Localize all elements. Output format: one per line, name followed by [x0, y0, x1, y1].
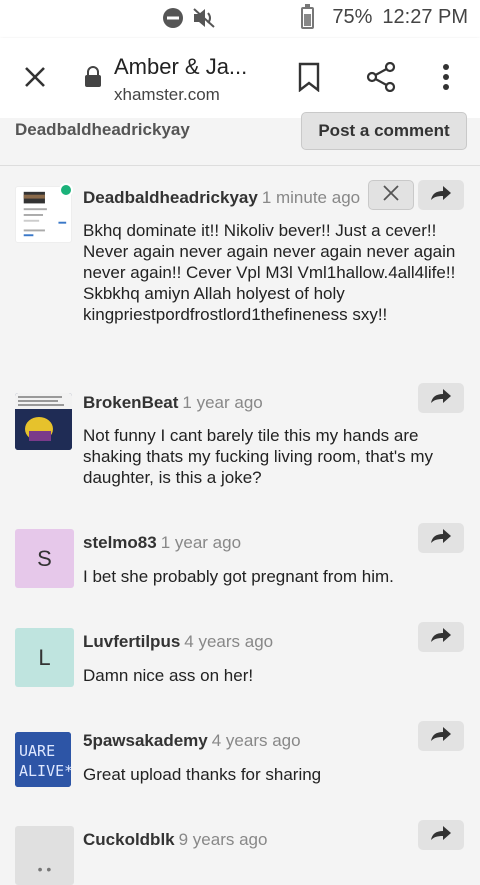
reply-arrow-icon: [430, 528, 452, 549]
lock-icon: [84, 66, 102, 93]
post-comment-button[interactable]: Post a comment: [301, 112, 467, 150]
battery-percent: 75%: [332, 6, 373, 28]
avatar[interactable]: S: [15, 529, 74, 588]
mute-icon: [192, 7, 216, 34]
comment-time: 9 years ago: [178, 830, 268, 849]
reply-button[interactable]: [418, 820, 464, 850]
comment-author[interactable]: stelmo83: [83, 533, 157, 552]
status-bar: 75% 12:27 PM: [0, 0, 480, 38]
reply-button[interactable]: [418, 180, 464, 210]
avatar[interactable]: L: [15, 628, 74, 687]
reply-arrow-icon: [430, 388, 452, 409]
reply-arrow-icon: [430, 185, 452, 206]
comment-text: Bkhq dominate it!! Nikoliv bever!! Just …: [83, 221, 456, 324]
current-username: Deadbaldheadrickyay: [15, 120, 190, 139]
comment-header: Deadbaldheadrickyay Post a comment: [0, 112, 480, 166]
comment-time: 4 years ago: [184, 632, 274, 651]
avatar[interactable]: UARE ALIVE*: [15, 732, 71, 787]
comment-text: Damn nice ass on her!: [83, 666, 254, 685]
close-icon: [382, 184, 400, 207]
page-url[interactable]: xhamster.com: [114, 85, 220, 105]
comment-time: 1 year ago: [182, 393, 263, 412]
avatar-dots: • •: [37, 860, 52, 877]
dnd-icon: [162, 7, 184, 34]
online-status-dot: [59, 183, 73, 197]
comment-author[interactable]: Cuckoldblk: [83, 830, 175, 849]
battery-icon: [301, 3, 315, 29]
comment-time: 1 year ago: [160, 533, 242, 552]
reply-button[interactable]: [418, 721, 464, 751]
browser-toolbar: Amber & Ja... xhamster.com: [0, 38, 480, 118]
reply-button[interactable]: [418, 622, 464, 652]
svg-text:UARE: UARE: [19, 742, 55, 760]
comment-time: 4 years ago: [211, 731, 301, 750]
clock: 12:27 PM: [382, 6, 468, 28]
reply-arrow-icon: [430, 726, 452, 747]
avatar[interactable]: • •: [15, 826, 74, 885]
delete-comment-button[interactable]: [368, 180, 414, 210]
comment-author[interactable]: 5pawsakademy: [83, 731, 208, 750]
comment-text: Great upload thanks for sharing: [83, 765, 322, 784]
comment-author[interactable]: Luvfertilpus: [83, 632, 180, 651]
close-icon[interactable]: [22, 64, 48, 95]
svg-text:ALIVE*: ALIVE*: [19, 762, 71, 780]
share-icon[interactable]: [366, 61, 396, 97]
comment-time: 1 minute ago: [261, 188, 361, 207]
avatar-letter: S: [37, 545, 52, 571]
avatar-letter: L: [38, 644, 51, 670]
page-title: Amber & Ja...: [114, 54, 248, 79]
more-options-icon[interactable]: [441, 62, 451, 97]
comment-author[interactable]: Deadbaldheadrickyay: [83, 188, 258, 207]
comment-text: I bet she probably got pregnant from him…: [83, 567, 394, 586]
reply-arrow-icon: [430, 825, 452, 846]
comment-author[interactable]: BrokenBeat: [83, 393, 178, 412]
avatar[interactable]: [15, 393, 72, 450]
comment-text: Not funny I cant barely tile this my han…: [83, 426, 433, 487]
reply-arrow-icon: [430, 627, 452, 648]
reply-button[interactable]: [418, 383, 464, 413]
reply-button[interactable]: [418, 523, 464, 553]
bookmark-icon[interactable]: [297, 62, 321, 97]
